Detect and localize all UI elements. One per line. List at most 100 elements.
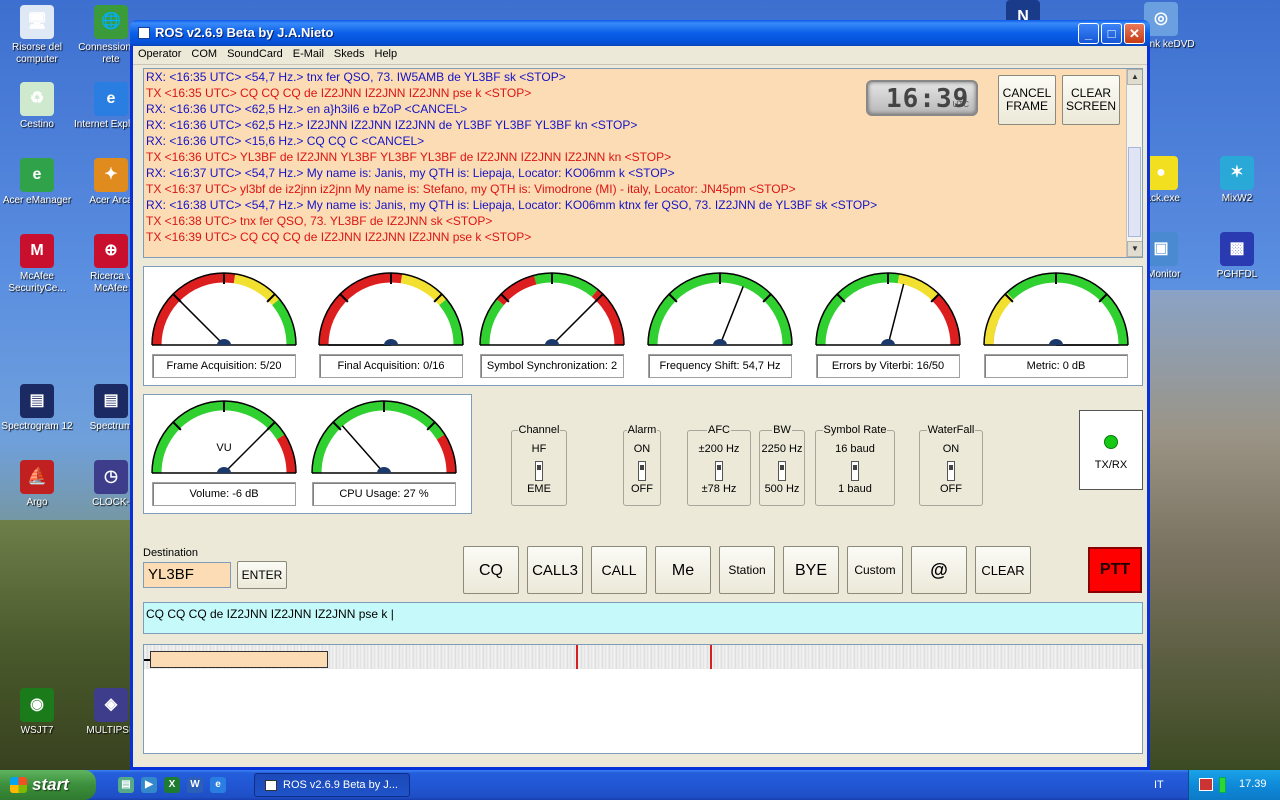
macro-button[interactable]: CQ <box>463 546 519 594</box>
ptt-button[interactable]: PTT <box>1088 547 1142 593</box>
desktop-app-icon: M <box>20 234 54 268</box>
macro-button[interactable]: CLEAR <box>975 546 1031 594</box>
quicklaunch-ie-icon[interactable]: e <box>210 777 226 793</box>
log-timestamp: TX <16:38 UTC> <box>146 214 241 228</box>
menu-soundcard[interactable]: SoundCard <box>222 46 288 60</box>
switch-title: Channel <box>517 424 561 436</box>
quicklaunch-explorer-icon[interactable]: ▤ <box>118 777 134 793</box>
log-line: RX: <16:36 UTC> <62,5 Hz.> en a}h3il6 e … <box>144 101 1142 117</box>
switch-channel[interactable]: Channel HF EME <box>511 424 567 506</box>
log-message: tnx fer QSO, 73. YL3BF de IZ2JNN sk <STO… <box>240 214 493 228</box>
log-lines: RX: <16:35 UTC> <54,7 Hz.> tnx fer QSO, … <box>144 69 1142 245</box>
desktop-app-icon: ◉ <box>20 688 54 722</box>
desktop-icon[interactable]: M McAfee SecurityCe... <box>0 234 74 295</box>
log-scrollbar[interactable]: ▲ ▼ <box>1126 69 1142 257</box>
toggle-switch-icon[interactable] <box>851 461 859 481</box>
minimize-button[interactable]: _ <box>1078 23 1099 44</box>
gauge-dial <box>479 272 625 346</box>
switch-title: Symbol Rate <box>822 424 888 436</box>
cancel-frame-button[interactable]: CANCEL FRAME <box>998 75 1056 125</box>
tray-clock[interactable]: 17.39 <box>1239 778 1267 790</box>
desktop-icon[interactable]: ⛵ Argo <box>0 460 74 509</box>
gauge-dial <box>151 272 297 346</box>
gauge-label: Final Acquisition: 0/16 <box>319 354 463 378</box>
toggle-switch-icon[interactable] <box>535 461 543 481</box>
menu-email[interactable]: E-Mail <box>288 46 329 60</box>
waterfall-bandwidth-marker[interactable] <box>150 651 328 668</box>
desktop-icon[interactable]: e Acer eManager <box>0 158 74 207</box>
toggle-switch-icon[interactable] <box>947 461 955 481</box>
maximize-button[interactable]: □ <box>1101 23 1122 44</box>
macro-button[interactable]: Station <box>719 546 775 594</box>
switch-title-row: Channel <box>512 424 566 436</box>
desktop-icon-label: PGHFDL <box>1216 269 1258 280</box>
log-line: RX: <16:36 UTC> <15,6 Hz.> CQ CQ C <CANC… <box>144 133 1142 149</box>
switch-symbol-rate[interactable]: Symbol Rate 16 baud 1 baud <box>815 424 895 506</box>
language-indicator[interactable]: IT <box>1154 779 1164 791</box>
desktop-icon-label: Acer eManager <box>2 195 72 206</box>
gauge-arc-segment <box>816 273 900 346</box>
log-message: CQ CQ CQ de IZ2JNN IZ2JNN IZ2JNN pse k <… <box>240 86 532 100</box>
app-icon <box>138 27 150 39</box>
scroll-thumb[interactable] <box>1128 147 1141 237</box>
gauge-arc-segment <box>152 401 285 474</box>
battery-icon[interactable] <box>1219 777 1226 793</box>
menu-operator[interactable]: Operator <box>133 46 186 60</box>
macro-button[interactable]: CALL3 <box>527 546 583 594</box>
message-log[interactable]: RX: <16:35 UTC> <54,7 Hz.> tnx fer QSO, … <box>143 68 1143 258</box>
close-button[interactable]: ✕ <box>1124 23 1145 44</box>
quicklaunch-word-icon[interactable]: W <box>187 777 203 793</box>
txrx-indicator: TX/RX <box>1079 410 1143 490</box>
gauge-dial <box>983 272 1129 346</box>
clock-utc-label: UTC <box>952 100 969 109</box>
start-button[interactable]: start <box>0 770 96 800</box>
scroll-down-icon[interactable]: ▼ <box>1127 241 1142 257</box>
scroll-up-icon[interactable]: ▲ <box>1127 69 1142 85</box>
switch-waterfall[interactable]: WaterFall ON OFF <box>919 424 983 506</box>
toggle-switch-icon[interactable] <box>715 461 723 481</box>
switch-bottom-label: 500 Hz <box>764 483 800 495</box>
gauge-label: Frequency Shift: 54,7 Hz <box>648 354 792 378</box>
log-timestamp: RX: <16:37 UTC> <54,7 Hz.> <box>146 166 307 180</box>
gauge-arc-segment <box>897 274 939 301</box>
desktop-icon[interactable]: ▩ PGHFDL <box>1200 232 1274 281</box>
desktop-icon[interactable]: ♻ Cestino <box>0 82 74 131</box>
waterfall-display[interactable] <box>143 644 1143 754</box>
switch-afc[interactable]: AFC ±200 Hz ±78 Hz <box>687 424 751 506</box>
macro-button[interactable]: BYE <box>783 546 839 594</box>
clear-screen-button[interactable]: CLEAR SCREEN <box>1062 75 1120 125</box>
desktop-icon[interactable]: ✶ MixW2 <box>1200 156 1274 205</box>
macro-button[interactable]: @ <box>911 546 967 594</box>
switch-bw[interactable]: BW 2250 Hz 500 Hz <box>759 424 805 506</box>
enter-button[interactable]: ENTER <box>237 561 287 589</box>
log-timestamp: RX: <16:36 UTC> <15,6 Hz.> <box>146 134 307 148</box>
destination-label: Destination <box>143 547 199 559</box>
menu-com[interactable]: COM <box>186 46 222 60</box>
macro-button[interactable]: Me <box>655 546 711 594</box>
macro-button[interactable]: Custom <box>847 546 903 594</box>
switch-alarm[interactable]: Alarm ON OFF <box>623 424 661 506</box>
network-icon[interactable] <box>1199 778 1213 791</box>
toggle-switch-icon[interactable] <box>638 461 646 481</box>
gauge-hub <box>713 339 727 345</box>
menu-help[interactable]: Help <box>370 46 403 60</box>
taskbar-ros-button[interactable]: ROS v2.6.9 Beta by J... <box>254 773 410 797</box>
gauge-dial <box>318 272 464 346</box>
switch-bottom-label: ±78 Hz <box>701 483 737 495</box>
waterfall-signal-line <box>710 645 712 669</box>
destination-input[interactable]: YL3BF <box>143 562 231 588</box>
desktop-icon[interactable]: ▤ Spectrogram 12 <box>0 384 74 433</box>
macro-button[interactable]: CALL <box>591 546 647 594</box>
toggle-switch-icon[interactable] <box>778 461 786 481</box>
compose-input[interactable]: CQ CQ CQ de IZ2JNN IZ2JNN IZ2JNN pse k | <box>143 602 1143 634</box>
quicklaunch-excel-icon[interactable]: X <box>164 777 180 793</box>
log-line: TX <16:39 UTC> CQ CQ CQ de IZ2JNN IZ2JNN… <box>144 229 1142 245</box>
desktop-icon[interactable]: ◉ WSJT7 <box>0 688 74 737</box>
menu-skeds[interactable]: Skeds <box>329 46 370 60</box>
desktop-icon[interactable]: 🖥 Risorse del computer <box>0 5 74 66</box>
gauge-arc-segment <box>480 299 504 346</box>
title-bar[interactable]: ROS v2.6.9 Beta by J.A.Nieto _ □ ✕ <box>130 20 1150 46</box>
switch-title: Alarm <box>626 424 658 436</box>
gauge-hub <box>1049 339 1063 345</box>
quicklaunch-media-icon[interactable]: ▶ <box>141 777 157 793</box>
